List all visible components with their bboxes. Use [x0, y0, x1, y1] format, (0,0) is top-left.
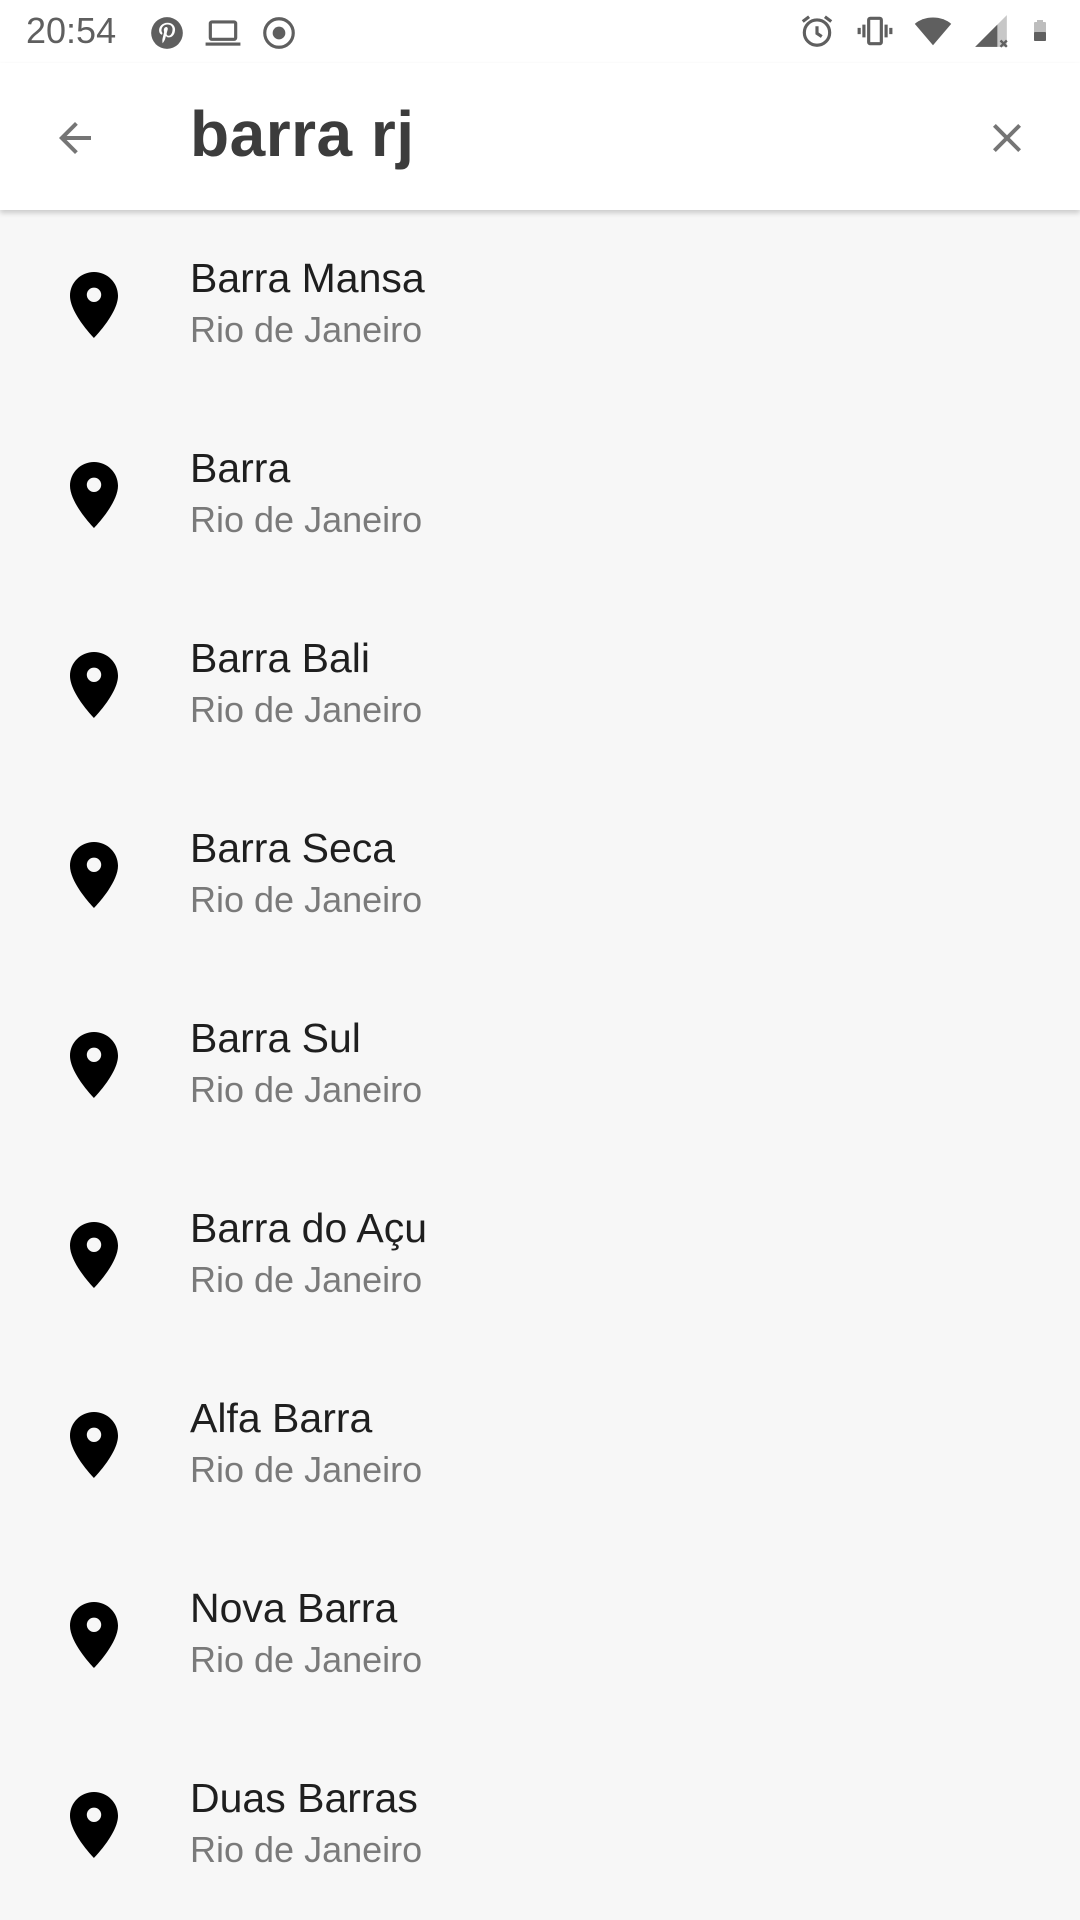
result-title: Nova Barra: [190, 1585, 398, 1631]
location-pin-icon: [70, 652, 118, 718]
result-title: Alfa Barra: [190, 1395, 373, 1441]
close-icon: [993, 124, 1021, 152]
vibrate-icon: [857, 16, 893, 46]
location-pin-icon: [70, 1412, 118, 1478]
result-subtitle: Rio de Janeiro: [190, 309, 423, 350]
location-pin-icon: [70, 842, 118, 908]
location-pin-icon: [70, 1032, 118, 1098]
result-title: Duas Barras: [190, 1775, 418, 1821]
battery-icon: [1034, 20, 1046, 41]
result-subtitle: Rio de Janeiro: [190, 689, 423, 730]
result-title: Barra Sul: [190, 1015, 361, 1061]
result-subtitle: Rio de Janeiro: [190, 879, 423, 920]
system-icons: [798, 12, 1054, 50]
list-item[interactable]: Duas Barras Rio de Janeiro: [0, 1730, 1080, 1920]
location-pin-icon: [70, 1602, 118, 1668]
result-title: Barra Mansa: [190, 255, 425, 301]
arrow-back-icon: [59, 122, 91, 154]
result-title: Barra do Açu: [190, 1205, 428, 1251]
alarm-icon: [801, 15, 833, 47]
list-item[interactable]: Barra Seca Rio de Janeiro: [0, 780, 1080, 970]
record-icon: [263, 17, 295, 49]
location-pin-icon: [70, 1792, 118, 1858]
back-button[interactable]: [40, 103, 110, 173]
clear-search-button[interactable]: [970, 101, 1044, 175]
result-subtitle: Rio de Janeiro: [190, 1449, 423, 1490]
result-subtitle: Rio de Janeiro: [190, 1259, 423, 1300]
result-subtitle: Rio de Janeiro: [190, 1069, 423, 1110]
status-bar: 20:54: [0, 0, 1080, 63]
list-item[interactable]: Barra Rio de Janeiro: [0, 400, 1080, 590]
list-item[interactable]: Nova Barra Rio de Janeiro: [0, 1540, 1080, 1730]
signal-icon: [975, 15, 1008, 48]
result-title: Barra Seca: [190, 825, 396, 871]
result-title: Barra Bali: [190, 635, 371, 681]
search-bar: barra rj: [0, 63, 1080, 210]
list-item[interactable]: Alfa Barra Rio de Janeiro: [0, 1350, 1080, 1540]
laptop-icon: [205, 20, 241, 46]
search-input[interactable]: barra rj: [190, 94, 415, 174]
location-pin-icon: [70, 272, 118, 338]
result-subtitle: Rio de Janeiro: [190, 499, 423, 540]
result-title: Barra: [190, 445, 291, 491]
status-time: 20:54: [26, 10, 117, 51]
list-item[interactable]: Barra Mansa Rio de Janeiro: [0, 210, 1080, 400]
pinterest-icon: [151, 17, 183, 49]
result-subtitle: Rio de Janeiro: [190, 1829, 423, 1870]
location-pin-icon: [70, 462, 118, 528]
location-pin-icon: [70, 1222, 118, 1288]
wifi-icon: [914, 17, 952, 46]
result-subtitle: Rio de Janeiro: [190, 1639, 423, 1680]
notification-icons: [148, 14, 298, 52]
results-list: Barra Mansa Rio de Janeiro Barra Rio de …: [0, 210, 1080, 1920]
list-item[interactable]: Barra Bali Rio de Janeiro: [0, 590, 1080, 780]
list-item[interactable]: Barra do Açu Rio de Janeiro: [0, 1160, 1080, 1350]
list-item[interactable]: Barra Sul Rio de Janeiro: [0, 970, 1080, 1160]
